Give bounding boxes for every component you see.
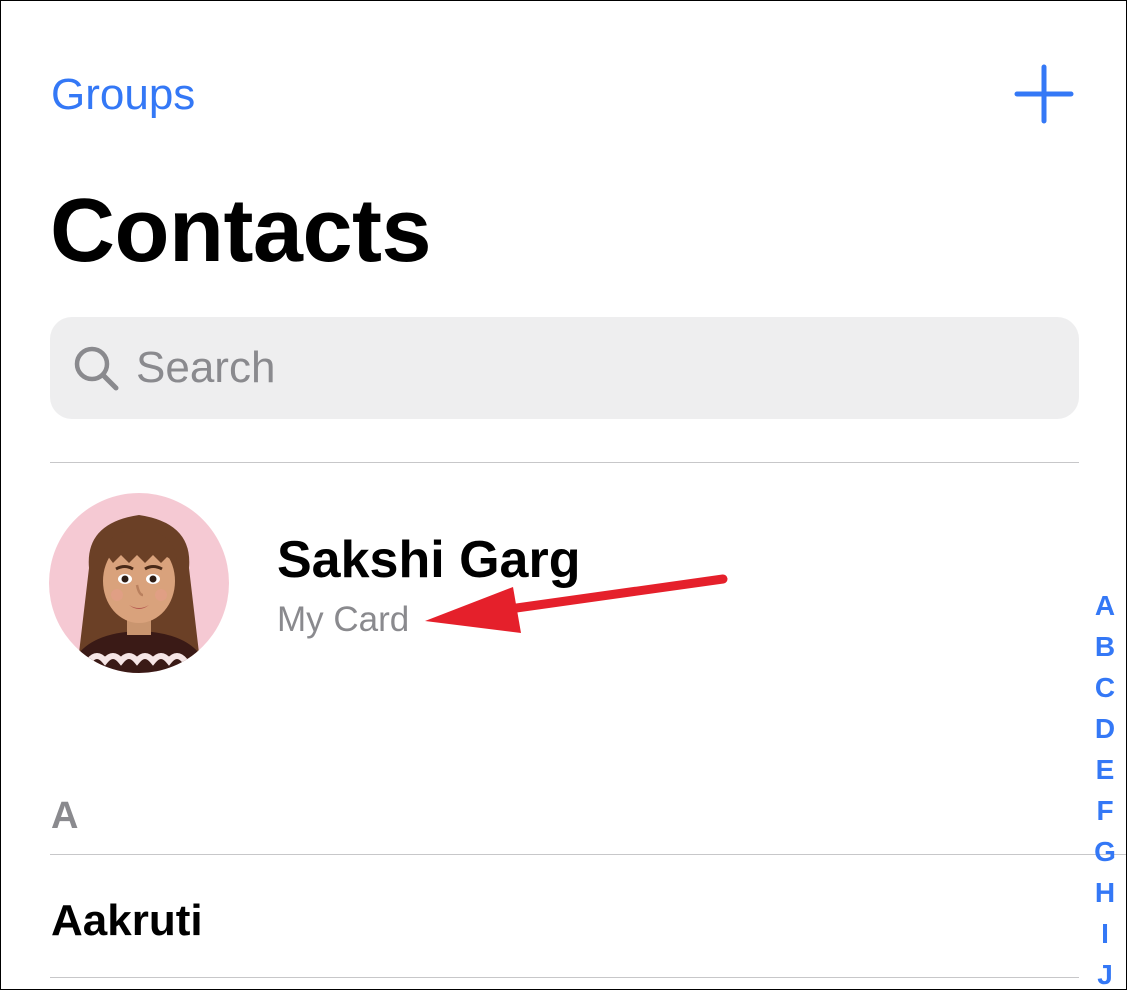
divider: [50, 977, 1079, 978]
memoji-avatar: [49, 493, 229, 673]
index-letter-h[interactable]: H: [1095, 872, 1115, 913]
groups-button[interactable]: Groups: [51, 65, 195, 125]
index-letter-i[interactable]: I: [1101, 913, 1109, 954]
index-letter-b[interactable]: B: [1095, 626, 1115, 667]
divider: [50, 854, 1126, 855]
index-letter-e[interactable]: E: [1096, 749, 1115, 790]
section-header: A: [51, 795, 79, 837]
my-card-name: Sakshi Garg: [277, 531, 581, 589]
add-contact-button[interactable]: [1011, 61, 1077, 127]
my-card-label: My Card: [277, 600, 410, 639]
index-letter-d[interactable]: D: [1095, 708, 1115, 749]
contacts-screen: Groups Contacts Search Sakshi Garg My Ca…: [0, 0, 1127, 990]
plus-icon: [1014, 64, 1074, 124]
search-input[interactable]: [136, 317, 1036, 419]
index-letter-j[interactable]: J: [1097, 954, 1113, 989]
index-letter-a[interactable]: A: [1095, 585, 1115, 626]
index-letter-f[interactable]: F: [1096, 790, 1113, 831]
index-letter-g[interactable]: G: [1094, 831, 1116, 872]
divider: [50, 462, 1079, 463]
search-bar[interactable]: [50, 317, 1079, 419]
search-icon: [74, 346, 119, 391]
alphabet-index[interactable]: A B C D E F G H I J: [1085, 585, 1125, 989]
my-card-row[interactable]: Sakshi Garg My Card: [49, 491, 1079, 675]
page-title: Contacts: [50, 181, 432, 281]
contact-row[interactable]: Aakruti: [51, 886, 1051, 956]
index-letter-c[interactable]: C: [1095, 667, 1115, 708]
